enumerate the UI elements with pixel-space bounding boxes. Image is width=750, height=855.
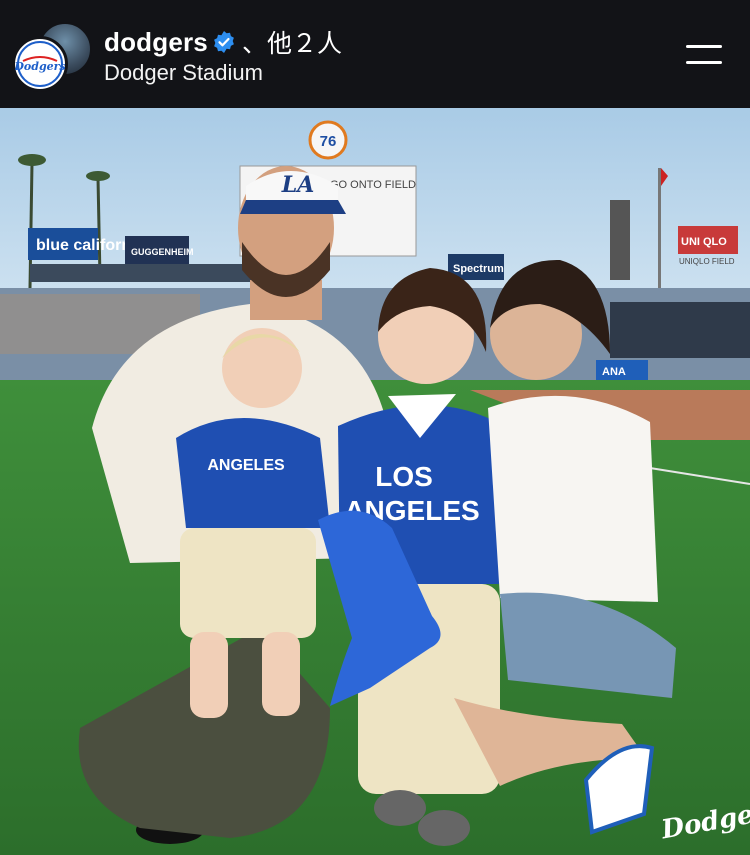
board-guggenheim: GUGGENHEIM — [131, 247, 194, 257]
cap-logo: LA — [281, 172, 315, 198]
post-location[interactable]: Dodger Stadium — [104, 60, 263, 86]
avatar-stack[interactable]: Dodgers — [12, 22, 92, 92]
post-photo[interactable]: GO ONTO FIELD 76 blue california GUGGENH… — [0, 108, 750, 855]
board-spectrum: Spectrum — [453, 263, 504, 275]
scoreboard-text: GO ONTO FIELD — [330, 179, 416, 191]
svg-text:Dodgers: Dodgers — [15, 60, 65, 73]
verified-badge-icon — [214, 31, 234, 53]
toddler-jersey-line1: LOS — [375, 461, 433, 492]
dodgers-avatar[interactable]: Dodgers — [12, 36, 68, 92]
dodgers-logo-icon: Dodgers — [13, 41, 66, 87]
username[interactable]: dodgers — [104, 27, 208, 58]
family-photo-illustration: GO ONTO FIELD 76 blue california GUGGENH… — [0, 108, 750, 855]
post-header: Dodgers dodgers 、他２人 Dodger Stadium — [0, 0, 750, 108]
menu-icon-line-top — [686, 45, 722, 48]
board-uniqlo: UNI QLO — [681, 236, 727, 248]
baby-jersey-text: ANGELES — [207, 457, 285, 474]
board-ana: ANA — [602, 366, 626, 378]
menu-icon-line-bottom — [686, 61, 722, 64]
sign-76: 76 — [320, 133, 337, 150]
board-uniqlo-field: UNIQLO FIELD — [679, 257, 735, 266]
coauthors-label[interactable]: 、他２人 — [242, 24, 342, 60]
menu-button[interactable] — [682, 40, 726, 70]
post-author-row: dodgers 、他２人 — [104, 24, 342, 60]
